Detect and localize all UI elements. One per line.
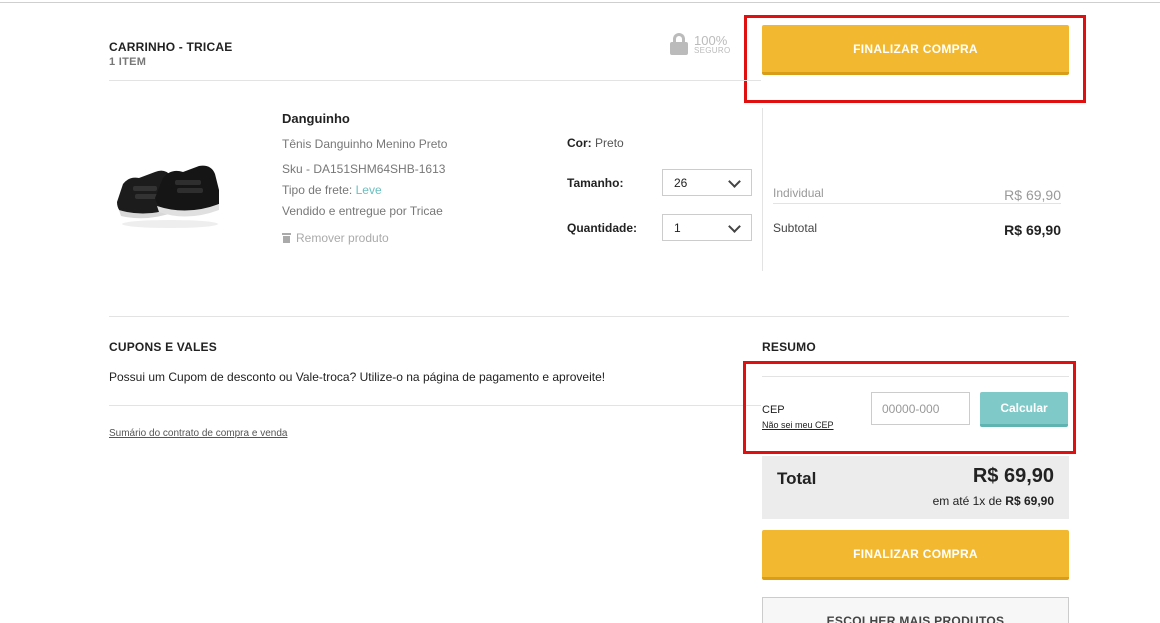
calculate-button[interactable]: Calcular [980,392,1068,427]
installment-info: em até 1x de R$ 69,90 [933,494,1054,508]
color-option: Cor: Preto [567,136,624,150]
vertical-divider [762,108,763,271]
chevron-down-icon [728,175,741,188]
shipping-label: Tipo de frete: [282,183,356,197]
subtotal-label: Subtotal [773,221,818,235]
cep-input[interactable] [871,392,970,425]
remove-product-button[interactable]: Remover produto [282,231,389,245]
subtotal-value: R$ 69,90 [1004,222,1061,238]
installment-prefix: em até 1x de [932,494,1006,508]
product-name[interactable]: Tênis Danguinho Menino Preto [282,137,447,151]
checkout-button-bottom[interactable]: FINALIZAR COMPRA [762,530,1069,580]
coupons-title: CUPONS E VALES [109,340,217,354]
divider [762,376,1069,377]
cart-title: CARRINHO - TRICAE [109,40,233,54]
installment-value: R$ 69,90 [1005,494,1054,508]
unit-price-value: R$ 69,90 [1004,187,1061,203]
unit-price-label: Individual [773,186,824,200]
cep-label: CEP [762,404,785,416]
checkout-button-top[interactable]: FINALIZAR COMPRA [762,25,1069,75]
total-value: R$ 69,90 [972,465,1054,487]
shipping-type-link[interactable]: Leve [356,183,382,197]
color-label: Cor: [567,136,592,150]
divider [109,80,761,81]
product-brand: Danguinho [282,111,350,126]
chevron-down-icon [728,220,741,233]
product-sold-by: Vendido e entregue por Tricae [282,204,443,218]
coupons-text: Possui um Cupom de desconto ou Vale-troc… [109,370,606,384]
product-sku: Sku - DA151SHM64SHB-1613 [282,162,446,176]
quantity-value: 1 [674,220,681,235]
color-value: Preto [595,136,624,150]
cart-item-count: 1 ITEM [109,56,147,68]
top-divider [0,2,1160,3]
trash-icon [282,233,291,243]
quantity-label: Quantidade: [567,221,638,235]
total-label: Total [777,469,817,488]
secure-badge: 100% SEGURO [670,32,730,56]
lock-icon [670,33,688,55]
secure-percent: 100% [694,32,728,48]
summary-title: RESUMO [762,340,816,354]
quantity-select[interactable]: 1 [662,214,752,241]
divider [109,405,761,406]
remove-product-label: Remover produto [296,231,389,245]
sneaker-product-image [117,165,219,228]
secure-label: SEGURO [694,45,731,55]
unknown-cep-link[interactable]: Não sei meu CEP [762,420,834,430]
divider [109,316,1069,317]
size-label: Tamanho: [567,176,624,190]
more-products-button[interactable]: ESCOLHER MAIS PRODUTOS [762,597,1069,623]
size-select[interactable]: 26 [662,169,752,196]
size-value: 26 [674,175,688,190]
contract-summary-link[interactable]: Sumário do contrato de compra e venda [109,428,287,439]
product-shipping: Tipo de frete: Leve [282,183,382,197]
price-divider [773,203,1061,204]
total-box: Total R$ 69,90 em até 1x de R$ 69,90 [762,456,1069,519]
